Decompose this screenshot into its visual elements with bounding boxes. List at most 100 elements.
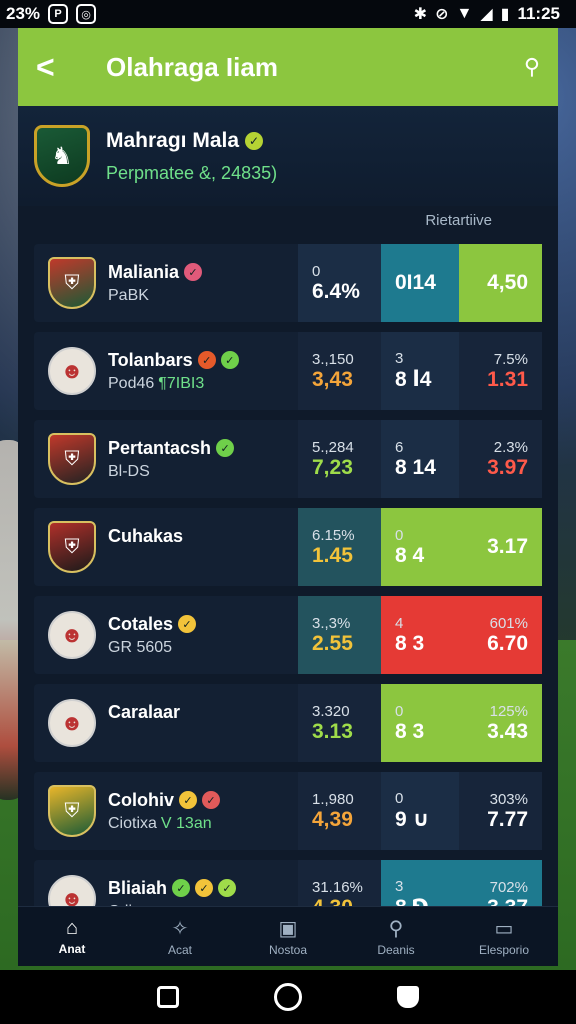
info-icon[interactable]: ⚲: [524, 54, 540, 80]
row-stat-1: 0 6.4%: [298, 244, 381, 322]
signal-icon: ◢: [480, 6, 493, 23]
stat-value: 8 4: [395, 543, 425, 567]
row-team: ⛨ Maliania ✓ PaBK: [34, 244, 298, 322]
notification-icon: P: [48, 4, 69, 24]
wifi-icon: ▼: [456, 5, 473, 22]
row-name-text: Maliania: [108, 261, 180, 282]
recents-button[interactable]: [157, 986, 180, 1008]
row-subtitle: [108, 727, 180, 745]
club-name: Mahragı Mala ✓: [106, 129, 277, 153]
stat-small: 3.,150: [312, 350, 354, 368]
nav-search[interactable]: ⚲ Deanis: [342, 907, 450, 966]
row-name: Bliaiah ✓ ✓ ✓: [108, 877, 237, 899]
nav-home[interactable]: ⌂ Anat: [18, 907, 126, 966]
app-header: < Olahraga Iiam ⚲: [18, 28, 558, 106]
team-shield-icon: ⛨: [48, 521, 96, 573]
status-bar: 23% P ◎ ✱ ⊘ ▼ ◢ ▮ 11:25: [0, 0, 576, 28]
verified-badge-icon: ✓: [245, 131, 264, 150]
player-avatar: ☻: [48, 347, 96, 395]
table-row[interactable]: ☻ Tolanbars ✓ ✓ Pod46 ¶7IBI3 3.,150 3,43 3 8 ⅼ4 7.…: [34, 332, 542, 410]
row-stat-2: 38 ⅼ4: [381, 332, 459, 410]
table-row[interactable]: ☻ Caralaar 3.320 3.13 0 8 3 125% 3.43: [34, 684, 542, 762]
stat-small: 601%: [489, 614, 528, 632]
row-subtitle-text: PaBK: [108, 286, 149, 304]
badge-icon: ✓: [195, 879, 214, 897]
stat-value: 2.55: [312, 631, 353, 655]
stat-small: 6: [395, 438, 404, 456]
badge-icon: ✓: [216, 439, 235, 457]
badge-icon: ✓: [220, 351, 239, 369]
column-label: Rietartiive: [425, 212, 492, 229]
stat-small: 6.15%: [312, 526, 355, 544]
nav-activity[interactable]: ✧ Acat: [126, 907, 234, 966]
player-avatar: ☻: [48, 611, 96, 659]
system-nav-bar: [0, 970, 576, 1024]
table-row[interactable]: ⛨ Pertantacsh ✓ Bl-DS 5.,284 7,23 6 8 14 2.3% 3.9…: [34, 420, 542, 498]
stat-value: 3.17: [487, 535, 528, 558]
row-stat-2: 08 4: [381, 508, 459, 586]
stat-value: 6.4%: [312, 279, 360, 303]
row-stat-1: 6.15% 1.45: [298, 508, 381, 586]
row-stat-3: 2.3% 3.97: [459, 420, 542, 498]
nav-activity-label: Acat: [167, 943, 192, 957]
badge-icon: ✓: [178, 615, 197, 633]
battery-percent: 23%: [6, 4, 41, 23]
row-team: ☻ Caralaar: [34, 684, 298, 762]
badge-icon: ✓: [172, 879, 191, 897]
nav-search-label: Deanis: [377, 943, 415, 957]
table-row[interactable]: ⛨ Cuhakas 6.15% 1.45 0 8 4 3.17: [34, 508, 542, 586]
stat-value: 9 ∪: [395, 808, 430, 831]
row-team: ☻ Tolanbars ✓ ✓ Pod46 ¶7IBI3: [34, 332, 298, 410]
nav-news-label: Nostoa: [268, 943, 308, 957]
row-name-text: Cotales: [108, 613, 174, 634]
back-button[interactable]: <: [36, 49, 76, 86]
stat-value: 8 3: [395, 719, 425, 743]
nav-sports[interactable]: ▭ Elesporio: [450, 907, 558, 966]
stat-small: 2.3%: [493, 438, 528, 456]
nav-news[interactable]: ▣ Nostoa: [234, 907, 342, 966]
stat-small: 702%: [489, 878, 528, 896]
stat-small: 1.,980: [312, 790, 354, 808]
row-stat-2: 68 14: [381, 420, 459, 498]
row-stat-2: 48 3: [381, 596, 459, 674]
table-row[interactable]: ⛨ Maliania ✓ PaBK 0 6.4% 0I14 4,50: [34, 244, 542, 322]
back-system-button[interactable]: [396, 986, 419, 1008]
clock: 11:25: [517, 4, 560, 23]
club-name-text: Mahragı Mala: [106, 128, 240, 152]
stat-value: 8 ⅼ4: [395, 368, 432, 391]
table-row[interactable]: ☻ Cotales ✓ GR 5605 3.,3% 2.55 4 8 3 601% 6.70: [34, 596, 542, 674]
home-button[interactable]: [273, 983, 302, 1011]
row-stat-1: 1.,980 4,39: [298, 772, 381, 850]
badge-icon: ✓: [179, 791, 197, 809]
row-subtitle: [108, 551, 183, 569]
row-stat-3: 4,50: [459, 244, 542, 322]
table-row[interactable]: ⛨ Colohiv ✓ ✓ Ciotixa V 13an 1.,980 4,39 0 9 ∪ 303…: [34, 772, 542, 850]
stat-small: 125%: [489, 702, 528, 720]
bottom-nav: ⌂ Anat ✧ Acat ▣ Nostoa ⚲ Deanis ▭ Elespo…: [18, 906, 558, 966]
club-crest-icon: ♞: [34, 125, 90, 187]
dnd-icon: ⊘: [435, 6, 449, 23]
stat-value: 7.77: [487, 807, 528, 831]
stat-small: 303%: [489, 790, 528, 808]
news-icon: ▣: [278, 918, 298, 940]
row-name-text: Bliaiah: [108, 877, 168, 898]
club-subtitle: Perpmatee &, 24835): [106, 162, 278, 183]
stat-small: 3: [395, 878, 404, 895]
stat-value: 8 3: [395, 631, 425, 655]
player-avatar: ☻: [48, 699, 96, 747]
row-subtitle: Pod46 ¶7IBI3: [108, 375, 239, 393]
page-title: Olahraga Iiam: [106, 51, 278, 82]
row-stat-3: 601% 6.70: [459, 596, 542, 674]
row-subtitle-text: Ciotixa: [108, 814, 157, 832]
row-stat-2: 09 ∪: [381, 772, 459, 850]
badge-icon: ✓: [184, 263, 203, 281]
row-subtitle-text: GR 5605: [108, 638, 173, 656]
row-stat-1: 5.,284 7,23: [298, 420, 381, 498]
row-name-text: Tolanbars: [108, 349, 193, 370]
row-subtitle: Bl-DS: [108, 463, 234, 481]
row-subtitle-text: Pod46: [108, 374, 155, 392]
row-stat-2: 0I14: [381, 244, 459, 322]
row-team: ⛨ Colohiv ✓ ✓ Ciotixa V 13an: [34, 772, 298, 850]
stat-value: 1.31: [487, 367, 528, 391]
stat-value: 1.45: [312, 543, 353, 567]
